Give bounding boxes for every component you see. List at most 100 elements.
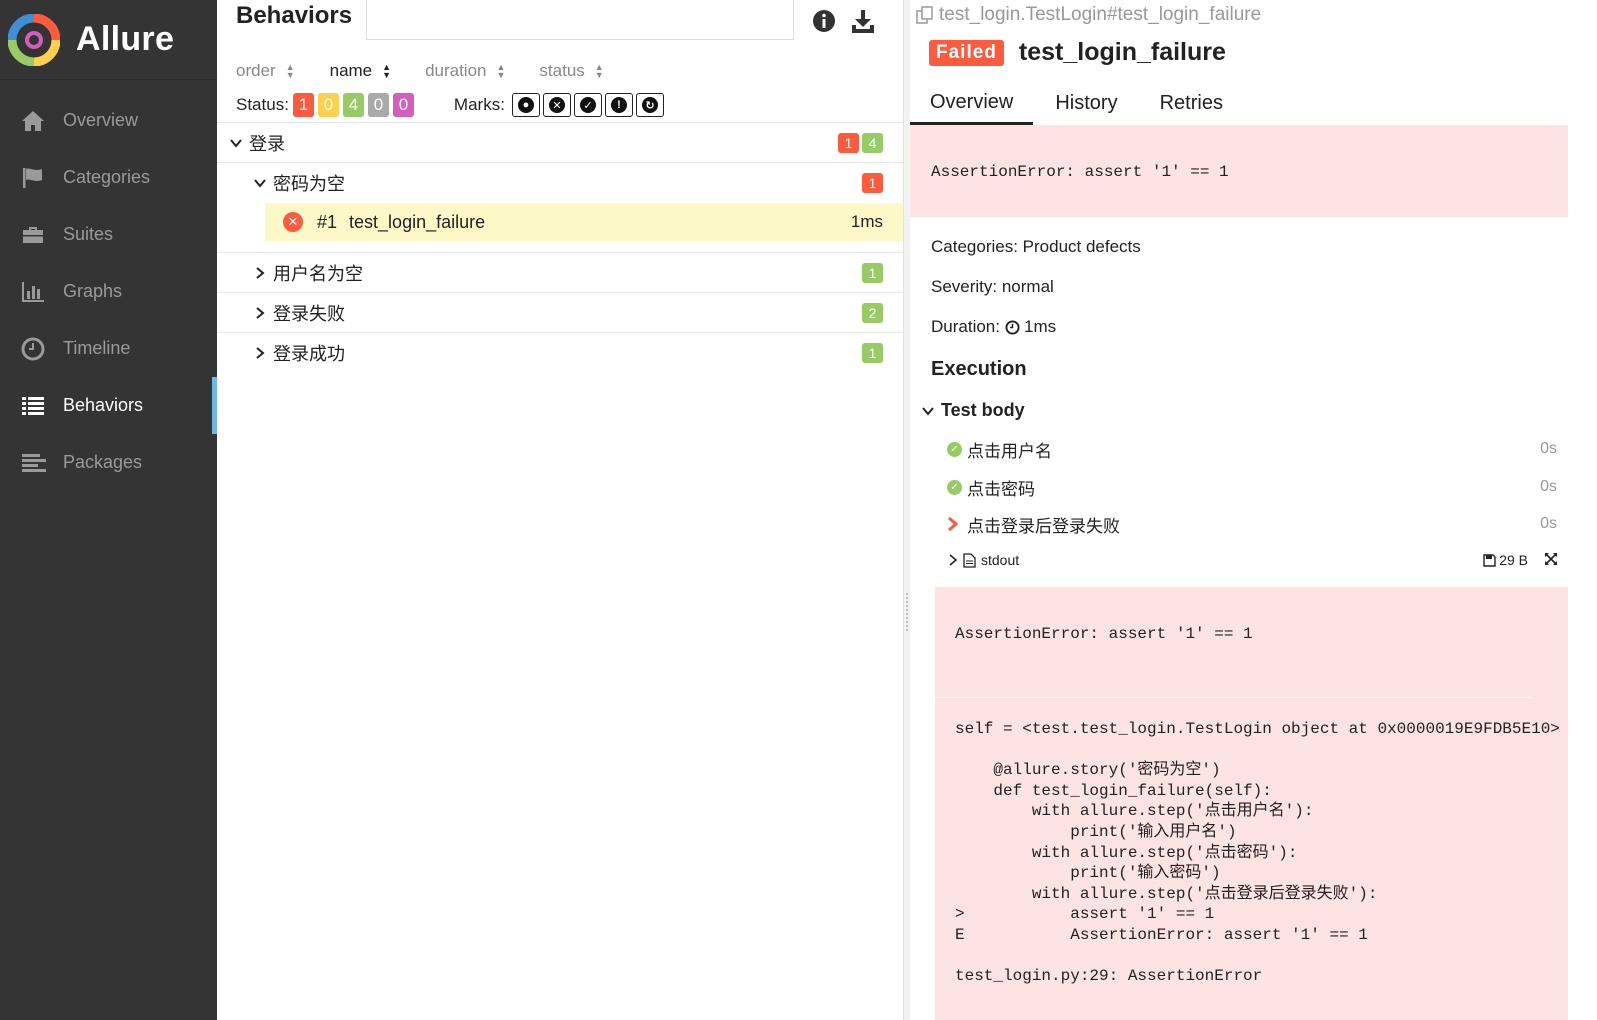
test-title-row: Failed test_login_failure — [929, 38, 1226, 67]
sort-label: status — [539, 61, 585, 80]
stdout-divider — [935, 697, 1531, 698]
sort-icon: ▲ ▼ — [382, 62, 392, 80]
status-skipped-toggle[interactable]: 0 — [367, 93, 389, 117]
status-passed-toggle[interactable]: 4 — [342, 93, 364, 117]
step-row[interactable]: ✓ 点击用户名 0s — [947, 434, 1557, 464]
tab-history[interactable]: History — [1033, 82, 1139, 125]
chevron-right-icon — [253, 346, 267, 360]
severity-info: Severity: normal — [931, 277, 1054, 296]
page-title: Behaviors — [236, 2, 353, 29]
retries-status-change-icon[interactable]: ↻ — [635, 93, 664, 117]
tree-subgroup-label: 登录失败 — [273, 303, 345, 324]
stdout-error-message: AssertionError: assert '1' == 1 — [955, 625, 1253, 643]
group-counts: 1 4 — [835, 132, 883, 153]
expand-icon[interactable] — [1544, 552, 1558, 569]
tree-leaf-test-login-failure[interactable]: ✕ #1 test_login_failure 1ms — [265, 203, 903, 241]
passed-count-badge: 1 — [862, 343, 883, 363]
subgroup-counts: 2 — [859, 302, 883, 323]
step-name: 点击用户名 — [967, 441, 1052, 461]
test-path[interactable]: test_login.TestLogin#test_login_failure — [916, 4, 1261, 26]
chevron-down-icon — [229, 136, 243, 150]
clock-icon — [19, 335, 47, 363]
sidebar-item-label: Packages — [63, 452, 143, 472]
sidebar-item-behaviors[interactable]: Behaviors — [0, 377, 217, 434]
tab-overview[interactable]: Overview — [910, 82, 1034, 125]
allure-logo-icon — [7, 13, 61, 66]
attachment-name: stdout — [981, 552, 1020, 568]
brand[interactable]: Allure — [0, 0, 217, 80]
download-icon[interactable] — [850, 8, 876, 34]
status-failed-toggle[interactable]: 1 — [292, 93, 314, 117]
sidebar-item-label: Overview — [63, 110, 139, 130]
pane-splitter[interactable] — [903, 0, 910, 1020]
stdout-content: AssertionError: assert '1' == 1 self = <… — [935, 587, 1568, 1020]
tree-subgroup-login-success[interactable]: 登录成功 1 — [217, 333, 903, 373]
failed-count-badge: 1 — [838, 132, 859, 153]
chevron-down-icon — [253, 176, 267, 190]
step-row[interactable]: ✓ 点击密码 0s — [947, 472, 1557, 502]
marks-label: Marks: — [453, 95, 505, 114]
passed-count-badge: 4 — [862, 132, 883, 153]
step-row[interactable]: 点击登录后登录失败 0s — [947, 509, 1557, 539]
sidebar-item-graphs[interactable]: Graphs — [0, 263, 217, 320]
leaf-index: #1 — [317, 211, 338, 232]
test-body-label: Test body — [941, 400, 1025, 420]
new-broken-icon[interactable]: ! — [604, 93, 633, 117]
tree-subgroup-login-failed[interactable]: 登录失败 2 — [217, 293, 903, 333]
passed-count-badge: 2 — [862, 302, 883, 323]
sort-label: duration — [425, 61, 487, 80]
status-broken-toggle[interactable]: 0 — [317, 93, 339, 117]
sidebar-item-label: Timeline — [63, 338, 131, 358]
status-filter: Status: 1 0 4 0 0 Marks: ● ✕ ✓ ! ↻ — [236, 91, 664, 119]
test-detail-pane: test_login.TestLogin#test_login_failure … — [910, 0, 1568, 1020]
info-icon[interactable] — [811, 8, 837, 34]
sidebar: Allure Overview Categories Suites Graphs… — [0, 0, 217, 1020]
sort-status[interactable]: status ▲ ▼ — [539, 61, 603, 81]
tree-subgroup-password-empty[interactable]: 密码为空 1 — [217, 163, 903, 203]
sidebar-item-label: Suites — [63, 224, 114, 244]
behaviors-tree: 登录 1 4 密码为空 1 ✕ #1 test_login_failure 1m… — [217, 122, 903, 373]
passed-count-badge: 1 — [862, 262, 883, 283]
clock-icon — [1005, 319, 1020, 335]
tree-group-login[interactable]: 登录 1 4 — [217, 123, 903, 163]
status-badge: Failed — [929, 39, 1004, 66]
sidebar-item-overview[interactable]: Overview — [0, 92, 217, 149]
sidebar-item-categories[interactable]: Categories — [0, 149, 217, 206]
step-name: 点击密码 — [967, 479, 1035, 499]
sidebar-item-timeline[interactable]: Timeline — [0, 320, 217, 377]
sort-label: name — [329, 61, 373, 80]
save-icon — [1483, 553, 1496, 567]
new-failed-icon[interactable]: ✕ — [542, 93, 571, 117]
bar-chart-icon — [19, 278, 47, 306]
tab-retries[interactable]: Retries — [1140, 82, 1243, 125]
flaky-icon[interactable]: ● — [511, 93, 540, 117]
sort-order[interactable]: order ▲ ▼ — [236, 61, 295, 81]
subgroup-counts: 1 — [859, 343, 883, 363]
attachment-size: 29 B — [1483, 552, 1528, 568]
search-input[interactable] — [366, 0, 794, 40]
sidebar-nav: Overview Categories Suites Graphs Timeli… — [0, 92, 217, 491]
duration-label: Duration: — [931, 317, 1000, 336]
attachment-stdout[interactable]: stdout 29 B — [948, 548, 1560, 572]
chevron-right-icon — [253, 266, 267, 280]
new-passed-icon[interactable]: ✓ — [573, 93, 602, 117]
leaf-name: test_login_failure — [349, 211, 486, 232]
test-body-toggle[interactable]: Test body — [922, 400, 1025, 421]
sort-duration[interactable]: duration ▲ ▼ — [425, 61, 505, 81]
status-unknown-toggle[interactable]: 0 — [392, 93, 414, 117]
execution-title: Execution — [931, 358, 1027, 380]
chevron-right-failed-icon — [947, 517, 962, 531]
home-icon — [19, 107, 47, 135]
failed-status-icon: ✕ — [283, 212, 303, 232]
splitter-handle-icon — [905, 592, 909, 632]
duration-value: 1ms — [1023, 317, 1057, 336]
sidebar-item-suites[interactable]: Suites — [0, 206, 217, 263]
chevron-right-icon — [948, 554, 958, 566]
attachment-size-text: 29 B — [1499, 552, 1528, 568]
sidebar-item-packages[interactable]: Packages — [0, 434, 217, 491]
sort-icon: ▲ ▼ — [594, 62, 604, 80]
chevron-right-icon — [253, 306, 267, 320]
copy-icon[interactable] — [916, 6, 934, 24]
tree-subgroup-username-empty[interactable]: 用户名为空 1 — [217, 253, 903, 293]
sort-name[interactable]: name ▲ ▼ — [330, 61, 391, 81]
